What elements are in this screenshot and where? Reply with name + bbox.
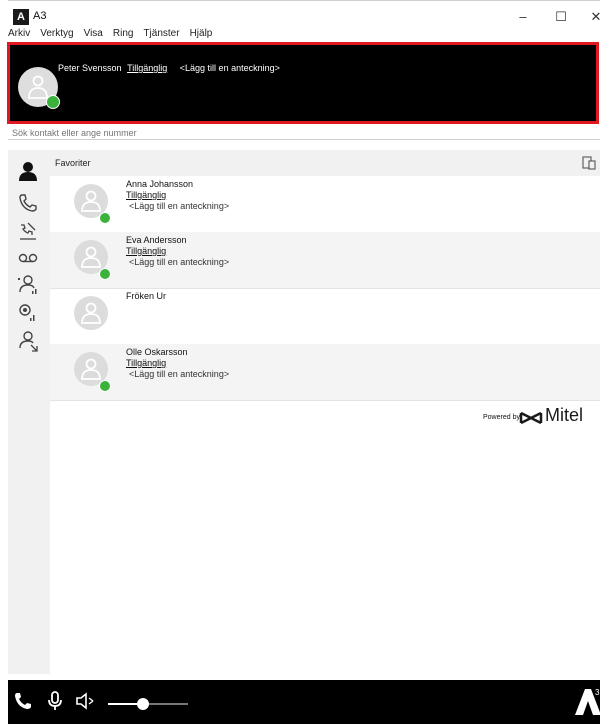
maximize-button[interactable]: ☐ bbox=[546, 7, 576, 27]
menu-arkiv[interactable]: Arkiv bbox=[8, 28, 30, 39]
nav-rail bbox=[8, 150, 50, 674]
menu-verktyg[interactable]: Verktyg bbox=[40, 28, 73, 39]
contact-name[interactable]: Anna Johansson bbox=[126, 179, 193, 189]
close-button[interactable]: ✕ bbox=[581, 7, 600, 27]
contact-name[interactable]: Eva Andersson bbox=[126, 235, 187, 245]
call-control-bar: 3 bbox=[8, 680, 600, 724]
contact-row[interactable]: Anna Johansson Tillgänglig <Lägg till en… bbox=[50, 176, 600, 233]
transfer-icon[interactable] bbox=[12, 328, 44, 354]
phone-icon[interactable] bbox=[12, 690, 34, 712]
contacts-icon[interactable] bbox=[12, 158, 44, 184]
person-icon bbox=[81, 246, 101, 268]
window-edge bbox=[0, 0, 8, 724]
contact-status[interactable]: Tillgänglig bbox=[126, 358, 166, 368]
self-status-link[interactable]: Tillgänglig bbox=[127, 63, 167, 73]
contact-note[interactable]: <Lägg till en anteckning> bbox=[129, 201, 229, 211]
menu-ring[interactable]: Ring bbox=[113, 28, 134, 39]
person-icon bbox=[81, 190, 101, 212]
self-presence-dot bbox=[46, 95, 60, 109]
svg-text:3: 3 bbox=[595, 688, 600, 697]
contact-row[interactable]: Eva Andersson Tillgänglig <Lägg till en … bbox=[50, 232, 600, 289]
presence-dot bbox=[99, 268, 111, 280]
devices-icon[interactable] bbox=[582, 156, 596, 170]
a3-logo-icon: 3 bbox=[575, 688, 600, 715]
contact-avatar bbox=[74, 296, 108, 330]
contact-row[interactable]: Olle Oskarsson Tillgänglig <Lägg till en… bbox=[50, 344, 600, 401]
volume-slider-thumb[interactable] bbox=[137, 698, 149, 710]
menu-visa[interactable]: Visa bbox=[84, 28, 103, 39]
presence-dot bbox=[99, 212, 111, 224]
window-title: A3 bbox=[33, 10, 47, 22]
presence-dot bbox=[99, 380, 111, 392]
microphone-icon[interactable] bbox=[44, 690, 66, 712]
person-icon bbox=[81, 358, 101, 380]
self-info: Peter Svensson Tillgänglig <Lägg till en… bbox=[58, 63, 280, 73]
person-icon bbox=[81, 302, 101, 324]
minimize-button[interactable]: – bbox=[508, 7, 538, 27]
menu-tjanster[interactable]: Tjänster bbox=[143, 28, 179, 39]
self-status-panel: Peter Svensson Tillgänglig <Lägg till en… bbox=[7, 42, 599, 124]
contact-list-area: Favoriter Anna Johansson Tillgänglig <Lä… bbox=[50, 150, 600, 674]
contact-note[interactable]: <Lägg till en anteckning> bbox=[129, 369, 229, 379]
contact-name[interactable]: Fröken Ur bbox=[126, 291, 166, 301]
mitel-wordmark: Mitel bbox=[545, 405, 584, 425]
group-presence-icon[interactable] bbox=[12, 272, 44, 298]
call-log-icon[interactable] bbox=[12, 218, 44, 244]
mitel-logo-icon bbox=[519, 411, 543, 425]
contact-status[interactable]: Tillgänglig bbox=[126, 190, 166, 200]
phone-icon[interactable] bbox=[12, 190, 44, 216]
favorites-title: Favoriter bbox=[55, 158, 91, 168]
voicemail-icon[interactable] bbox=[12, 244, 44, 270]
self-name[interactable]: Peter Svensson bbox=[58, 63, 122, 73]
favorites-header[interactable]: Favoriter bbox=[50, 150, 600, 176]
contact-name[interactable]: Olle Oskarsson bbox=[126, 347, 188, 357]
search-input[interactable] bbox=[8, 126, 600, 140]
person-icon bbox=[28, 75, 48, 99]
menu-hjalp[interactable]: Hjälp bbox=[190, 28, 213, 39]
contact-row[interactable]: Fröken Ur bbox=[50, 288, 600, 345]
contact-status[interactable]: Tillgänglig bbox=[126, 246, 166, 256]
app-logo-icon: A bbox=[13, 9, 29, 25]
self-note[interactable]: <Lägg till en anteckning> bbox=[180, 63, 280, 73]
menu-bar: Arkiv Verktyg Visa Ring Tjänster Hjälp bbox=[8, 28, 222, 42]
contact-note[interactable]: <Lägg till en anteckning> bbox=[129, 257, 229, 267]
speaker-icon[interactable] bbox=[74, 690, 96, 712]
queue-icon[interactable] bbox=[12, 300, 44, 326]
powered-by-label: Powered by bbox=[483, 414, 520, 421]
